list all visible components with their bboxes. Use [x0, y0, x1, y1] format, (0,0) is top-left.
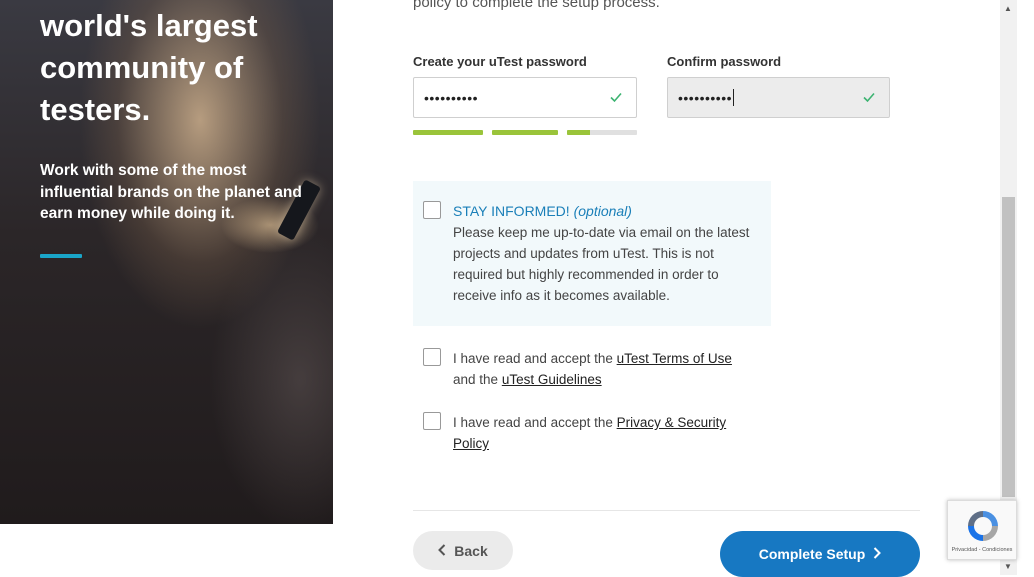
chevron-left-icon	[438, 543, 446, 559]
scrollbar-thumb[interactable]	[1002, 197, 1015, 497]
stay-informed-description: Please keep me up-to-date via email on t…	[453, 225, 750, 303]
page-scrollbar[interactable]: ▲ ▼	[1000, 0, 1017, 575]
terms-checkbox[interactable]	[423, 348, 441, 366]
check-icon	[862, 90, 876, 109]
scroll-up-icon[interactable]: ▲	[1004, 4, 1012, 13]
recaptcha-badge[interactable]: Privacidad - Condiciones	[947, 500, 1017, 560]
privacy-checkbox[interactable]	[423, 412, 441, 430]
confirm-password-field[interactable]: ••••••••••	[667, 77, 890, 118]
terms-of-use-link[interactable]: uTest Terms of Use	[617, 351, 732, 366]
text-caret	[733, 89, 735, 106]
guidelines-link[interactable]: uTest Guidelines	[502, 372, 602, 387]
hero-panel: world's largest community of testers. Wo…	[0, 0, 333, 524]
divider	[413, 510, 920, 511]
strength-segment	[492, 130, 558, 135]
check-icon	[609, 90, 623, 109]
back-button[interactable]: Back	[413, 531, 513, 570]
recaptcha-links[interactable]: Privacidad - Condiciones	[948, 547, 1016, 553]
terms-text: I have read and accept the uTest Terms o…	[453, 351, 732, 387]
hero-title: world's largest community of testers.	[40, 8, 258, 127]
strength-segment	[567, 130, 637, 135]
back-label: Back	[454, 542, 488, 559]
confirm-password-value: ••••••••••	[678, 89, 733, 106]
optional-tag: (optional)	[573, 203, 632, 219]
stay-informed-checkbox[interactable]	[423, 201, 441, 219]
intro-text: policy to complete the setup process.	[413, 0, 660, 11]
scroll-down-icon[interactable]: ▼	[1004, 562, 1012, 571]
hero-subtitle: Work with some of the most influential b…	[40, 162, 302, 222]
recaptcha-icon	[964, 507, 1002, 550]
password-field[interactable]: ••••••••••	[413, 77, 637, 118]
password-label: Create your uTest password	[413, 54, 587, 69]
password-value: ••••••••••	[424, 89, 479, 106]
privacy-text: I have read and accept the Privacy & Sec…	[453, 415, 727, 451]
confirm-password-label: Confirm password	[667, 54, 782, 69]
complete-setup-label: Complete Setup	[758, 546, 866, 562]
hero-accent-bar	[40, 254, 82, 258]
strength-segment	[413, 130, 483, 135]
chevron-right-icon	[873, 546, 882, 562]
complete-setup-button[interactable]: Complete Setup	[720, 531, 920, 577]
stay-informed-title: STAY INFORMED! (optional)	[453, 203, 632, 219]
